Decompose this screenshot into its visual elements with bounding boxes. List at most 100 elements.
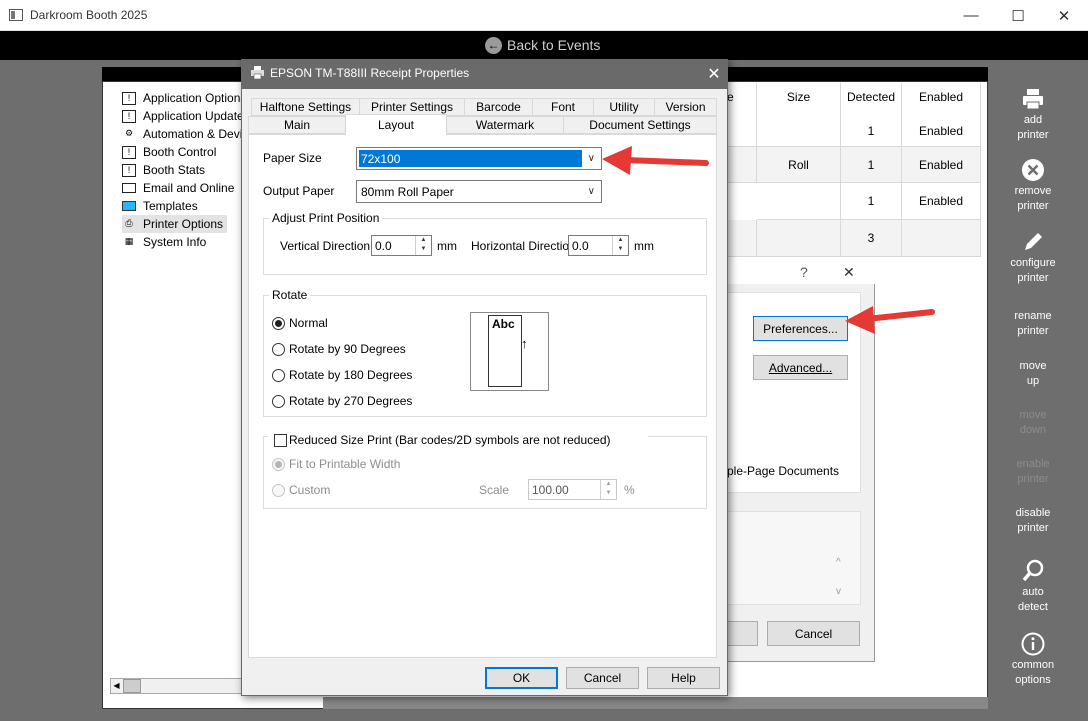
table-row[interactable]: Roll 1 Enabled bbox=[727, 147, 981, 183]
magnifier-icon bbox=[1021, 559, 1045, 583]
tab-watermark[interactable]: Watermark bbox=[446, 116, 564, 134]
disable-printer-button[interactable]: disable printer bbox=[1000, 506, 1066, 536]
tab-document-settings[interactable]: Document Settings bbox=[563, 116, 717, 134]
paper-size-select[interactable]: 72x100 ∨ bbox=[356, 147, 602, 170]
system-info-icon: ▦ bbox=[124, 235, 134, 246]
radio-button[interactable] bbox=[272, 343, 285, 356]
spinner-arrows-icon[interactable]: ▲ ▼ bbox=[415, 236, 431, 255]
annotation-arrow-icon bbox=[845, 306, 935, 334]
minimize-button[interactable]: — bbox=[948, 0, 994, 31]
percent-label: % bbox=[624, 483, 635, 497]
cancel-button[interactable]: Cancel bbox=[566, 667, 639, 689]
radio-button bbox=[272, 458, 285, 471]
arrow-up-icon: ↑ bbox=[521, 336, 528, 351]
move-down-button: move down bbox=[1019, 409, 1047, 436]
help-button[interactable]: Help bbox=[647, 667, 720, 689]
checkbox[interactable] bbox=[274, 434, 287, 447]
tab-main[interactable]: Main bbox=[248, 116, 346, 134]
tree-item-email-online[interactable]: Email and Online bbox=[122, 179, 242, 197]
table-cell: Enabled bbox=[902, 147, 981, 183]
spinner-arrows-icon: ▲ ▼ bbox=[600, 480, 616, 499]
table-row[interactable]: 1 Enabled bbox=[727, 183, 981, 220]
chevron-down-icon: ∨ bbox=[587, 153, 595, 164]
radio-button[interactable] bbox=[272, 369, 285, 382]
unit-mm: mm bbox=[634, 239, 654, 253]
output-paper-label: Output Paper bbox=[263, 184, 335, 198]
advanced-button[interactable]: Advanced... bbox=[753, 355, 848, 380]
table-cell: 1 bbox=[841, 115, 902, 147]
tree-item-printer-options[interactable]: ⎙ Printer Options bbox=[122, 215, 228, 233]
tab-utility[interactable]: Utility bbox=[593, 98, 655, 116]
tree-item-booth-stats[interactable]: ! Booth Stats bbox=[122, 161, 205, 179]
reduced-size-option[interactable]: Reduced Size Print (Bar codes/2D symbols… bbox=[268, 432, 648, 448]
scroll-down-arrow[interactable]: v bbox=[836, 586, 841, 597]
add-printer-button[interactable]: add printer bbox=[1000, 87, 1066, 143]
vertical-direction-spinner[interactable]: 0.0 ▲ ▼ bbox=[371, 235, 432, 256]
radio-button[interactable] bbox=[272, 395, 285, 408]
maximize-button[interactable]: ☐ bbox=[995, 0, 1041, 31]
bg-help-button[interactable]: ? bbox=[800, 264, 808, 280]
rotate-180-option[interactable]: Rotate by 180 Degrees bbox=[272, 368, 412, 383]
bg-ok-button[interactable] bbox=[727, 621, 758, 646]
tree-item-application-options[interactable]: ! Application Options bbox=[122, 89, 242, 107]
radio-button bbox=[272, 484, 285, 497]
horizontal-direction-spinner[interactable]: 0.0 ▲ ▼ bbox=[568, 235, 629, 256]
scroll-left-arrow[interactable]: ◀ bbox=[110, 679, 123, 693]
preferences-button[interactable]: Preferences... bbox=[753, 316, 848, 341]
app-icon bbox=[9, 9, 23, 21]
scale-label: Scale bbox=[479, 483, 510, 497]
app-options-icon: ! bbox=[122, 91, 136, 105]
table-row[interactable]: 3 bbox=[727, 220, 981, 257]
output-paper-select[interactable]: 80mm Roll Paper ∨ bbox=[356, 180, 602, 203]
rotate-normal-option[interactable]: Normal bbox=[272, 316, 392, 331]
radio-button[interactable] bbox=[272, 317, 285, 330]
tree-item-system-info[interactable]: ▦ System Info bbox=[122, 233, 207, 251]
move-up-button[interactable]: move up bbox=[1000, 359, 1066, 389]
rotate-270-option[interactable]: Rotate by 270 Degrees bbox=[272, 394, 412, 409]
remove-printer-button[interactable]: remove printer bbox=[1000, 158, 1066, 214]
rotate-group-title: Rotate bbox=[269, 288, 311, 302]
tree-item-automation[interactable]: ⚙Automation & Devices bbox=[122, 125, 242, 143]
tree-item-booth-control[interactable]: ! Booth Control bbox=[122, 143, 216, 161]
templates-icon bbox=[122, 201, 136, 211]
back-arrow-icon[interactable]: ← bbox=[485, 37, 502, 54]
info-icon bbox=[1021, 632, 1045, 656]
tab-font[interactable]: Font bbox=[532, 98, 594, 116]
tab-halftone-settings[interactable]: Halftone Settings bbox=[251, 98, 360, 116]
bottom-strip bbox=[323, 697, 988, 709]
ok-button[interactable]: OK bbox=[485, 667, 558, 689]
dialog-close-button[interactable]: ✕ bbox=[700, 59, 728, 89]
custom-scale-option: Custom bbox=[272, 483, 352, 498]
printer-options-icon: ⎙ bbox=[125, 217, 133, 228]
table-cell: 1 bbox=[841, 183, 902, 220]
tab-layout[interactable]: Layout bbox=[345, 114, 447, 135]
rotate-90-option[interactable]: Rotate by 90 Degrees bbox=[272, 342, 412, 357]
multi-page-documents-label: ple-Page Documents bbox=[727, 464, 840, 478]
close-window-button[interactable]: ✕ bbox=[1041, 0, 1087, 31]
spinner-arrows-icon[interactable]: ▲ ▼ bbox=[612, 236, 628, 255]
tree-item-templates[interactable]: Templates bbox=[122, 197, 198, 215]
printer-icon bbox=[1021, 87, 1045, 111]
back-to-events-link[interactable]: Back to Events bbox=[507, 37, 600, 53]
auto-detect-button[interactable]: auto detect bbox=[1000, 559, 1066, 615]
automation-icon: ⚙ bbox=[122, 127, 136, 141]
tab-version[interactable]: Version bbox=[654, 98, 717, 116]
table-cell bbox=[727, 147, 757, 183]
scroll-thumb[interactable] bbox=[123, 679, 141, 693]
horizontal-direction-label: Horizontal Direction bbox=[471, 239, 576, 253]
bg-close-button[interactable]: ✕ bbox=[843, 264, 855, 281]
rename-printer-button[interactable]: rename printer bbox=[1000, 309, 1066, 339]
tab-barcode[interactable]: Barcode bbox=[464, 98, 533, 116]
configure-printer-button[interactable]: configure printer bbox=[1000, 230, 1066, 286]
email-icon bbox=[122, 183, 136, 193]
table-cell bbox=[902, 220, 981, 257]
scale-spinner: 100.00 ▲ ▼ bbox=[528, 479, 617, 500]
tree-item-application-updates[interactable]: ! Application Updates bbox=[122, 107, 242, 125]
remove-icon bbox=[1021, 158, 1045, 182]
chevron-down-icon: ∨ bbox=[587, 186, 595, 197]
common-options-button[interactable]: common options bbox=[1000, 632, 1066, 688]
scroll-up-arrow[interactable]: ^ bbox=[836, 557, 841, 568]
bg-cancel-button[interactable]: Cancel bbox=[767, 621, 860, 646]
printer-icon bbox=[251, 66, 264, 80]
table-row[interactable]: 1 Enabled bbox=[727, 115, 981, 147]
